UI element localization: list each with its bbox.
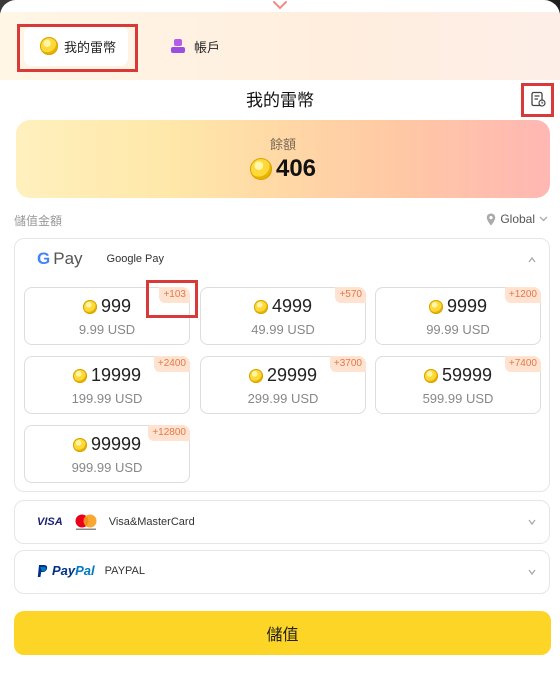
google-pay-header[interactable]: G Pay Google Pay — [37, 249, 164, 269]
paypal-label: PAYPAL — [104, 564, 146, 577]
package-option[interactable]: 19999 199.99 USD +2400 — [24, 356, 190, 414]
package-amount: 9999 — [446, 296, 488, 316]
package-amount: 999 — [100, 296, 132, 316]
region-selector[interactable]: Global — [486, 212, 548, 226]
tab-label: 帳戶 — [194, 39, 221, 55]
bonus-badge: +2400 — [153, 356, 190, 372]
google-pay-section: G Pay Google Pay 999 9.99 USD +103 4999 4… — [14, 238, 550, 492]
package-amount: 59999 — [441, 365, 493, 385]
highlight-box — [521, 83, 554, 117]
user-icon — [171, 39, 185, 53]
visa-mastercard-label: Visa&MasterCard — [108, 516, 195, 528]
chevron-down-icon[interactable] — [272, 0, 288, 10]
highlight-box — [17, 24, 138, 72]
chevron-down-icon — [539, 216, 548, 222]
paypal-section[interactable]: Pay Pal PAYPAL — [14, 550, 550, 594]
balance-value: 406 — [275, 155, 317, 182]
bonus-badge: +1200 — [504, 287, 541, 303]
region-label: Global — [500, 212, 535, 226]
paypal-header: Pay Pal PAYPAL — [37, 563, 145, 578]
google-pay-label: Google Pay — [106, 253, 165, 265]
paypal-p-icon — [37, 564, 48, 577]
visa-logo: VISA — [37, 516, 63, 528]
top-up-button[interactable]: 儲值 — [14, 611, 551, 655]
package-amount: 99999 — [90, 434, 142, 454]
package-price: 99.99 USD — [426, 322, 490, 337]
coin-icon — [248, 368, 263, 383]
coin-icon — [428, 299, 443, 314]
balance-card: 餘額 406 — [16, 120, 550, 198]
chevron-up-icon[interactable] — [527, 255, 537, 265]
chevron-down-icon — [528, 519, 536, 526]
visa-mastercard-section[interactable]: VISA Visa&MasterCard — [14, 500, 550, 544]
package-price: 199.99 USD — [71, 391, 143, 406]
package-option[interactable]: 9999 99.99 USD +1200 — [375, 287, 541, 345]
coin-icon — [253, 299, 268, 314]
balance-value-row: 406 — [16, 155, 550, 183]
bottom-sheet: 我的雷幣 帳戶 我的雷幣 餘額 406 儲值金額 Global G Pay Go… — [0, 0, 560, 696]
balance-label: 餘額 — [269, 137, 296, 152]
package-amount: 19999 — [90, 365, 142, 385]
package-price: 299.99 USD — [247, 391, 319, 406]
coin-icon — [72, 368, 87, 383]
bonus-badge: +7400 — [504, 356, 541, 372]
package-option[interactable]: 99999 999.99 USD +12800 — [24, 425, 190, 483]
highlight-box — [146, 280, 198, 318]
package-price: 599.99 USD — [422, 391, 494, 406]
location-pin-icon — [487, 213, 496, 225]
section-label: 儲值金額 — [14, 214, 63, 228]
package-amount: 29999 — [266, 365, 318, 385]
chevron-down-icon — [528, 569, 536, 576]
google-pay-logo: G Pay — [37, 249, 83, 268]
coin-icon — [249, 158, 272, 180]
paypal-logo: Pay Pal — [37, 563, 95, 578]
package-amount: 4999 — [271, 296, 313, 316]
package-option[interactable]: 59999 599.99 USD +7400 — [375, 356, 541, 414]
bonus-badge: +3700 — [329, 356, 366, 372]
package-price: 49.99 USD — [251, 322, 315, 337]
coin-icon — [423, 368, 438, 383]
package-price: 9.99 USD — [78, 322, 136, 337]
package-option[interactable]: 29999 299.99 USD +3700 — [200, 356, 366, 414]
bonus-badge: +570 — [335, 287, 366, 303]
bonus-badge: +12800 — [148, 425, 190, 441]
coin-icon — [82, 299, 97, 314]
coin-icon — [72, 437, 87, 452]
page-title: 我的雷幣 — [246, 91, 314, 110]
mastercard-logo — [75, 514, 97, 530]
package-price: 999.99 USD — [71, 460, 143, 475]
visa-mastercard-header: VISA Visa&MasterCard — [37, 513, 195, 531]
package-option[interactable]: 4999 49.99 USD +570 — [200, 287, 366, 345]
tab-account[interactable]: 帳戶 — [170, 26, 220, 66]
